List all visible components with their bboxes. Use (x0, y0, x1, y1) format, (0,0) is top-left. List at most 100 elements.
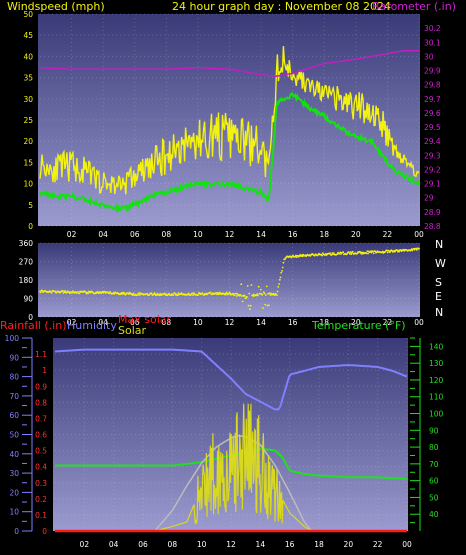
compass-w: W (435, 257, 446, 270)
humidity-ytick-label: 10 (9, 508, 19, 517)
wind-direction-point (396, 249, 398, 252)
wind-direction-point (351, 250, 354, 253)
baro-ytick-label: 29.1 (424, 180, 441, 189)
wind-xtick-label: 14 (256, 230, 266, 239)
humidity-ytick-label: 50 (9, 431, 19, 440)
direction-xtick-label: 12 (225, 318, 235, 327)
weather-xtick-label: 06 (138, 540, 148, 549)
wind-direction-point (249, 308, 251, 311)
weather-xtick-label: 00 (402, 540, 412, 549)
wind-direction-point (367, 252, 369, 255)
compass-e: E (435, 290, 442, 303)
wind-direction-point (201, 292, 204, 294)
baro-ytick-label: 30.2 (424, 24, 441, 33)
direction-ytick-label: 360 (19, 239, 34, 248)
baro-ytick-label: 29 (424, 194, 434, 203)
baro-ytick-label: 29.8 (424, 81, 441, 90)
wind-direction-point (263, 292, 266, 295)
direction-xtick-label: 16 (288, 318, 298, 327)
wind-direction-point (173, 292, 176, 295)
weather-xtick-label: 12 (226, 540, 236, 549)
temperature-ytick-label: 50 (429, 493, 439, 502)
wind-direction-point (280, 271, 283, 274)
rain-ytick-label: 0.5 (35, 447, 47, 456)
weather-xtick-label: 02 (80, 540, 90, 549)
wind-direction-point (386, 249, 388, 252)
wind-ytick-label: 0 (28, 222, 33, 231)
humidity-ytick-label: 100 (5, 334, 20, 343)
wind-direction-point (282, 261, 285, 264)
baro-ytick-label: 29.4 (424, 137, 441, 146)
wind-direction-point (277, 285, 280, 288)
baro-ytick-label: 30 (424, 52, 434, 61)
wind-direction-point (342, 251, 345, 254)
direction-xtick-label: 14 (256, 318, 266, 327)
wind-direction-point (250, 284, 253, 286)
rain-ytick-label: 0 (42, 527, 47, 536)
wind-direction-point (249, 304, 252, 307)
wind-direction-point (239, 293, 242, 296)
direction-ytick-label: 180 (19, 276, 34, 285)
wind-direction-point (386, 251, 389, 254)
wind-xtick-label: 06 (130, 230, 140, 239)
temperature-ytick-label: 130 (429, 359, 444, 368)
rain-ytick-label: 0.8 (35, 398, 47, 407)
wind-ytick-label: 45 (23, 31, 33, 40)
weather-xtick-label: 20 (344, 540, 354, 549)
temperature-ytick-label: 110 (429, 393, 444, 402)
graph-canvas: Windspeed (mph) 24 hour graph day : Nove… (0, 0, 456, 549)
wind-direction-point (71, 292, 73, 294)
wind-direction-point (281, 266, 284, 269)
wind-direction-point (50, 291, 53, 294)
wind-ytick-label: 40 (23, 52, 33, 61)
wind-direction-point (172, 294, 175, 296)
rain-ytick-label: 0.6 (35, 431, 47, 440)
baro-ytick-label: 29.7 (424, 95, 441, 104)
wind-ytick-label: 20 (23, 137, 33, 146)
temperature-label: Temperature (°F) (311, 319, 406, 332)
weather-xtick-label: 10 (197, 540, 207, 549)
graph-title: 24 hour graph day : November 08 2024 (172, 0, 391, 13)
humidity-ytick-label: 60 (9, 411, 19, 420)
direction-xtick-label: 10 (193, 318, 203, 327)
weather-xtick-label: 22 (373, 540, 383, 549)
wind-ytick-label: 25 (23, 116, 33, 125)
wind-direction-point (418, 247, 420, 250)
direction-xtick-label: 00 (414, 318, 424, 327)
humidity-ytick-label: 90 (9, 353, 19, 362)
wind-direction-point (225, 291, 228, 294)
wind-direction-point (123, 292, 126, 294)
wind-direction-point (192, 294, 195, 296)
wind-xtick-label: 20 (351, 230, 361, 239)
wind-direction-point (138, 294, 141, 296)
direction-ytick-label: 270 (19, 258, 34, 267)
temperature-ytick-label: 120 (429, 376, 444, 385)
baro-ytick-label: 29.2 (424, 165, 441, 174)
rain-ytick-label: 0.2 (35, 495, 47, 504)
rain-ytick-label: 0.4 (35, 463, 47, 472)
wind-ytick-label: 10 (23, 180, 33, 189)
wind-xtick-label: 00 (414, 230, 424, 239)
wind-ytick-label: 5 (28, 201, 33, 210)
weather-xtick-label: 08 (168, 540, 178, 549)
wind-direction-point (241, 300, 244, 303)
temperature-ytick-label: 90 (429, 426, 439, 435)
compass-n-bottom: N (435, 306, 443, 319)
wind-direction-point (321, 254, 323, 257)
baro-ytick-label: 29.5 (424, 123, 441, 132)
rain-ytick-label: 0.3 (35, 479, 47, 488)
wind-direction-point (246, 296, 248, 298)
wind-direction-point (248, 292, 251, 295)
direction-ytick-label: 90 (23, 295, 33, 304)
wind-direction-point (39, 291, 42, 294)
wind-ytick-label: 50 (23, 10, 33, 19)
wind-direction-point (276, 290, 279, 293)
wind-direction-point (257, 294, 259, 297)
weather-xtick-label: 18 (314, 540, 324, 549)
weather-xtick-label: 14 (256, 540, 266, 549)
wind-direction-point (279, 276, 282, 279)
wind-direction-point (268, 304, 270, 307)
barometer-label: Barometer (.in) (372, 0, 456, 13)
wind-xtick-label: 10 (193, 230, 203, 239)
humidity-ytick-label: 30 (9, 469, 19, 478)
